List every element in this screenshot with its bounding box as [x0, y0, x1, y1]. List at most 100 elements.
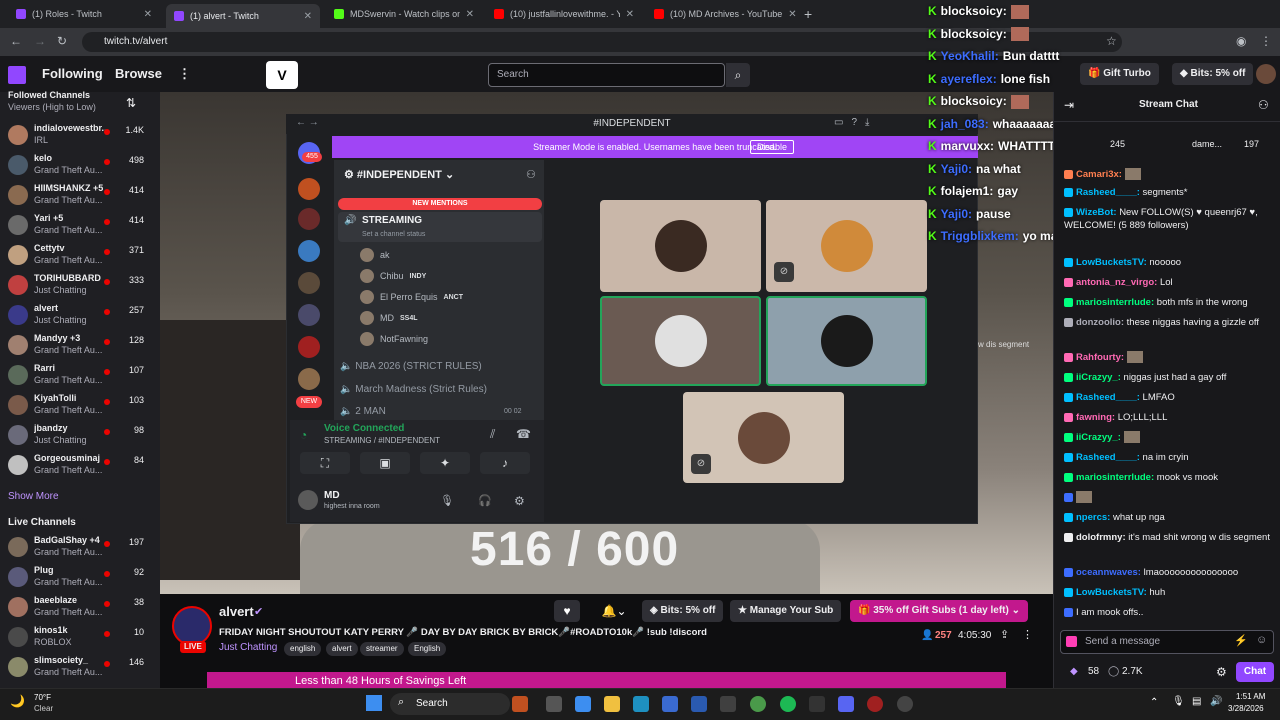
server-icon[interactable] — [298, 178, 320, 200]
twitch-logo-icon[interactable] — [8, 66, 26, 84]
chat-username[interactable]: iiCrazyy_: — [1076, 432, 1121, 443]
manage-sub-button[interactable]: ★ Manage Your Sub — [730, 600, 842, 622]
voice-user[interactable]: El Perro Equis ANCT — [360, 290, 463, 304]
search-icon[interactable]: ⌕ — [726, 63, 750, 87]
collapse-chat-icon[interactable]: ⇥ — [1064, 98, 1074, 112]
video-tile-speaking[interactable] — [600, 296, 761, 386]
share-icon[interactable]: ⇪ — [1000, 628, 1009, 641]
app-icon[interactable] — [809, 696, 825, 712]
clock-time[interactable]: 1:51 AM — [1236, 692, 1265, 701]
file-explorer-icon[interactable] — [604, 696, 620, 712]
task-view-icon[interactable] — [546, 696, 562, 712]
extension-logo-icon[interactable]: V — [266, 61, 298, 89]
user-avatar[interactable] — [1256, 64, 1276, 84]
mic-icon[interactable]: 🎙 — [440, 494, 454, 507]
browser-tab-active[interactable]: (1) alvert - Twitch ✕ — [166, 4, 320, 28]
windows-start-icon[interactable] — [366, 695, 382, 711]
voice-location[interactable]: STREAMING / #INDEPENDENT — [324, 436, 440, 445]
media-play-icon[interactable] — [897, 696, 913, 712]
show-more-link[interactable]: Show More — [8, 491, 59, 502]
more-icon[interactable]: ⋮ — [178, 66, 191, 82]
clock-date[interactable]: 3/28/2026 — [1228, 704, 1264, 713]
voice-user[interactable]: ak — [360, 248, 390, 262]
voice-channel[interactable]: 🔈 March Madness (Strict Rules) — [340, 384, 487, 395]
chat-username[interactable]: Rasheed____: — [1076, 452, 1140, 463]
invite-icon[interactable]: ⚇ — [526, 168, 536, 181]
sidebar-channel[interactable]: KiyahTolli Grand Theft Au... 103 — [4, 392, 154, 422]
stream-tag[interactable]: alvert — [326, 642, 358, 656]
chat-username[interactable]: Camari3x: — [1076, 169, 1122, 180]
gift-subs-button[interactable]: 🎁 35% off Gift Subs (1 day left) ⌄ — [850, 600, 1028, 622]
edge-icon[interactable] — [633, 696, 649, 712]
mic-icon[interactable]: 🎙 — [1172, 696, 1185, 707]
voice-user[interactable]: Chibu INDY — [360, 269, 426, 283]
close-icon[interactable]: ✕ — [626, 9, 634, 20]
headphones-icon[interactable]: 🎧 — [478, 494, 492, 507]
app-icon[interactable] — [720, 696, 736, 712]
user-avatar[interactable] — [298, 490, 318, 510]
sidebar-channel[interactable]: kelo Grand Theft Au... 498 — [4, 152, 154, 182]
app-icon[interactable] — [575, 696, 591, 712]
stream-tag[interactable]: streamer — [360, 642, 404, 656]
discord-toolbar-icons[interactable]: ▭?⤓ — [834, 117, 877, 128]
chat-username[interactable]: mariosinterrlude: — [1076, 472, 1154, 483]
chat-username[interactable]: fawning: — [1076, 412, 1115, 423]
more-options-icon[interactable]: ⋮ — [1022, 628, 1033, 641]
browser-tab[interactable]: MDSwervin - Watch clips on Ki✕ — [326, 4, 482, 24]
chat-username[interactable]: Rasheed____: — [1076, 392, 1140, 403]
disconnect-icon[interactable]: ☎ — [516, 427, 531, 441]
server-icon[interactable] — [298, 272, 320, 294]
bits-button[interactable]: ◆ Bits: 5% off — [1172, 63, 1254, 85]
weather-icon[interactable]: 🌙 — [10, 694, 25, 708]
sidebar-channel[interactable]: HIIMSHANKZ +5 Grand Theft Au... 414 — [4, 182, 154, 212]
soundboard-icon[interactable]: ♪ — [480, 452, 530, 474]
sidebar-channel[interactable]: baeeblaze Grand Theft Au... 38 — [4, 594, 154, 624]
bits-button[interactable]: ◈ Bits: 5% off — [642, 600, 724, 622]
voice-channel[interactable]: 🔈 NBA 2026 (STRICT RULES) — [340, 361, 482, 372]
new-mentions-pill[interactable]: NEW MENTIONS — [338, 198, 542, 210]
disable-streamer-mode-button[interactable]: Disable — [750, 140, 794, 154]
forward-icon[interactable]: → — [34, 34, 46, 48]
community-icon[interactable]: ⚇ — [1258, 98, 1269, 112]
chat-username[interactable]: WizeBot: — [1076, 207, 1117, 218]
video-tile[interactable]: ⊘ — [766, 200, 927, 292]
chat-username[interactable]: iiCrazyy_: — [1076, 372, 1121, 383]
profile-icon[interactable]: ◉ — [1236, 34, 1246, 48]
channel-status[interactable]: Set a channel status — [362, 231, 425, 238]
sidebar-channel[interactable]: Gorgeousminaj Grand Theft Au... 84 — [4, 452, 154, 482]
server-icon[interactable] — [298, 368, 320, 390]
sidebar-channel[interactable]: alvert Just Chatting 257 — [4, 302, 154, 332]
browser-tab[interactable]: (1) Roles - Twitch ✕ — [8, 4, 160, 24]
app-icon[interactable] — [867, 696, 883, 712]
browser-tab[interactable]: (10) justfallinlovewithme. - You ✕ — [486, 4, 642, 24]
chat-username[interactable]: LowBucketsTV: — [1076, 257, 1147, 268]
streamer-avatar[interactable] — [172, 606, 212, 646]
video-tile[interactable]: ⊘ — [683, 392, 844, 483]
voice-user[interactable]: NotFawning — [360, 332, 428, 346]
app-icon[interactable] — [512, 696, 528, 712]
chat-username[interactable]: antonia_nz_virgo: — [1076, 277, 1157, 288]
menu-icon[interactable]: ⋮ — [1260, 34, 1272, 48]
stream-tag[interactable]: English — [408, 642, 447, 656]
chrome-icon[interactable] — [750, 696, 766, 712]
noise-suppression-icon[interactable]: ⫽ — [490, 427, 495, 442]
volume-icon[interactable]: 🔊 — [1210, 696, 1222, 707]
chat-send-button[interactable]: Chat — [1236, 662, 1274, 682]
chat-username[interactable]: npercs: — [1076, 512, 1110, 523]
search-input[interactable]: Search — [488, 63, 725, 87]
network-icon[interactable]: ▤ — [1192, 696, 1201, 707]
streamer-name[interactable]: alvert — [219, 604, 254, 619]
sidebar-channel[interactable]: Cettytv Grand Theft Au... 371 — [4, 242, 154, 272]
server-name[interactable]: ⚙ #INDEPENDENT ⌄ — [344, 168, 454, 181]
chat-username[interactable]: LowBucketsTV: — [1076, 587, 1147, 598]
chat-username[interactable]: donzoolio: — [1076, 317, 1124, 328]
sidebar-channel[interactable]: Rarri Grand Theft Au... 107 — [4, 362, 154, 392]
close-icon[interactable]: ✕ — [304, 11, 312, 22]
nav-following[interactable]: Following — [42, 66, 103, 81]
voice-user[interactable]: MD SS4L — [360, 311, 418, 325]
sidebar-channel[interactable]: indialovewestbr... IRL 1.4K — [4, 122, 154, 152]
taskbar-search[interactable]: Search — [390, 693, 510, 715]
chat-username[interactable]: Rahfourty: — [1076, 352, 1124, 363]
sidebar-channel[interactable]: kinos1k ROBLOX 10 — [4, 624, 154, 654]
activities-icon[interactable]: ✦ — [420, 452, 470, 474]
